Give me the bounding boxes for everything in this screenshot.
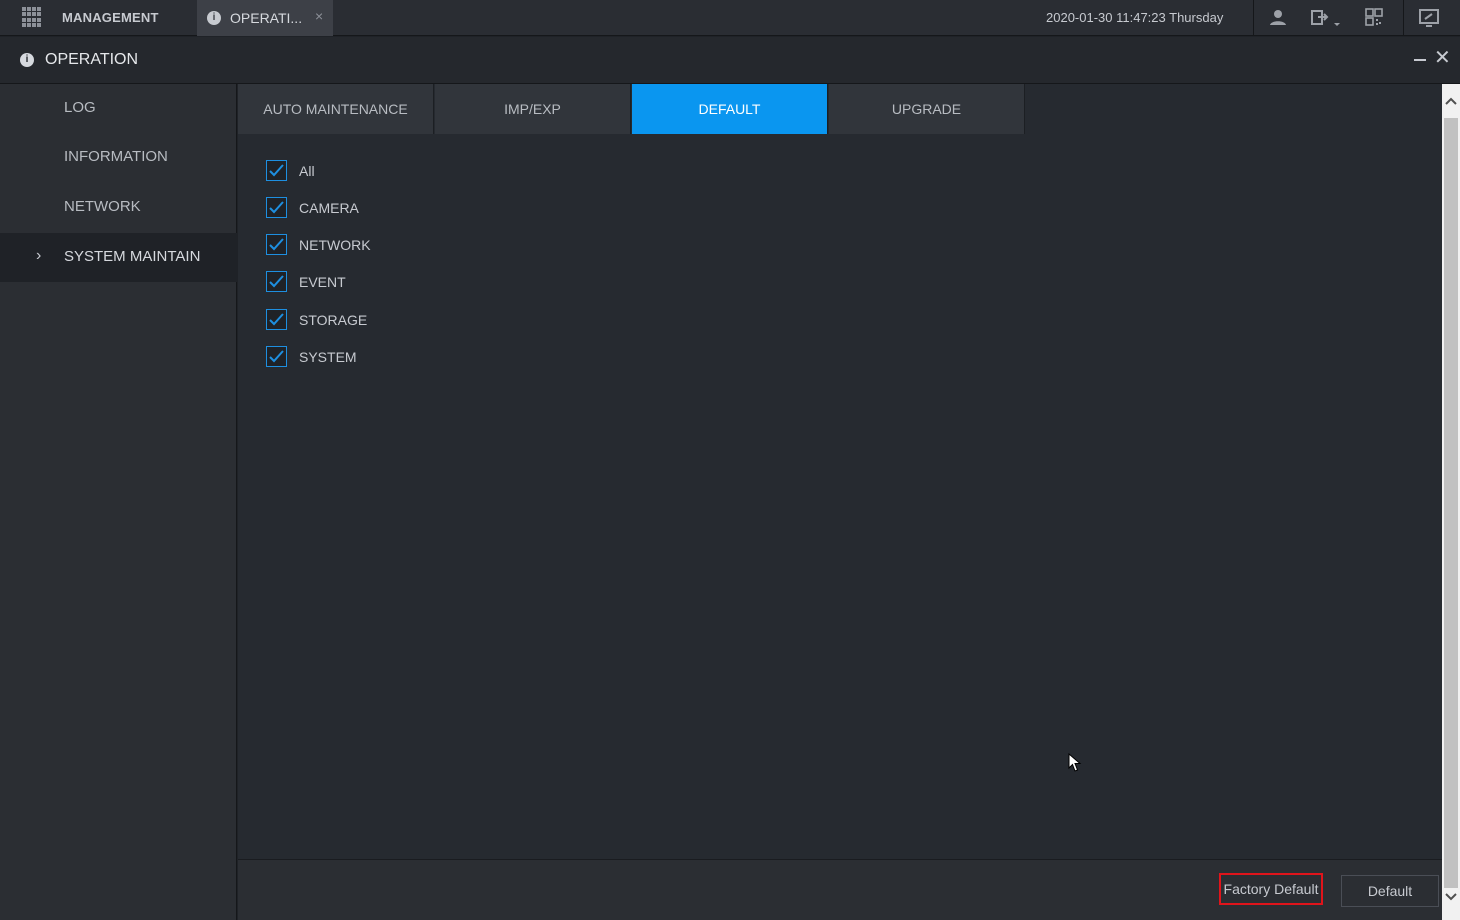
operation-tab-label: OPERATI...: [230, 10, 303, 26]
datetime-display: 2020-01-30 11:47:23 Thursday: [1046, 10, 1224, 25]
sidebar-item-network[interactable]: NETWORK: [0, 183, 237, 232]
info-icon: i: [207, 11, 221, 25]
default-button[interactable]: Default: [1341, 875, 1439, 907]
chevron-right-icon: ›: [36, 247, 42, 264]
window-title-bar: i OPERATION ✕: [0, 37, 1460, 84]
divider: [1403, 0, 1404, 36]
checkbox[interactable]: [266, 309, 287, 330]
tab-close-icon[interactable]: ×: [315, 8, 323, 24]
option-label: CAMERA: [299, 200, 359, 216]
scroll-up-icon[interactable]: [1442, 96, 1460, 114]
checkbox[interactable]: [266, 234, 287, 255]
checkbox[interactable]: [266, 346, 287, 367]
scroll-thumb[interactable]: [1444, 118, 1458, 888]
scroll-down-icon[interactable]: [1442, 890, 1460, 908]
monitor-icon[interactable]: [1417, 6, 1441, 30]
logout-icon[interactable]: [1308, 6, 1344, 30]
sidebar-item-log[interactable]: LOG: [0, 84, 237, 133]
option-label: STORAGE: [299, 312, 368, 328]
top-bar: MANAGEMENT i OPERATI... × 2020-01-30 11:…: [0, 0, 1460, 36]
sidebar-item-label: INFORMATION: [64, 148, 168, 165]
minimize-icon[interactable]: [1414, 59, 1426, 61]
option-label: All: [299, 163, 315, 179]
option-label: NETWORK: [299, 237, 371, 253]
scrollbar[interactable]: [1442, 84, 1460, 920]
checkbox[interactable]: [266, 160, 287, 181]
apps-grid-icon[interactable]: [22, 7, 42, 27]
tab-auto-maintenance[interactable]: AUTO MAINTENANCE: [238, 84, 434, 134]
sidebar: LOG INFORMATION NETWORK › SYSTEM MAINTAI…: [0, 84, 237, 920]
management-label[interactable]: MANAGEMENT: [62, 10, 159, 25]
tab-imp-exp[interactable]: IMP/EXP: [435, 84, 631, 134]
operation-tab[interactable]: i OPERATI... ×: [197, 0, 333, 36]
checkbox[interactable]: [266, 271, 287, 292]
info-icon: i: [20, 53, 34, 67]
factory-default-button[interactable]: Factory Default: [1219, 873, 1323, 905]
mouse-cursor-icon: [1068, 752, 1082, 778]
qr-code-icon[interactable]: [1362, 6, 1386, 30]
sidebar-item-system-maintain[interactable]: › SYSTEM MAINTAIN: [0, 233, 237, 282]
tab-default[interactable]: DEFAULT: [632, 84, 828, 134]
checkbox[interactable]: [266, 197, 287, 218]
main-content: AUTO MAINTENANCE IMP/EXP DEFAULT UPGRADE…: [238, 84, 1442, 859]
window-title: OPERATION: [45, 51, 139, 68]
sidebar-item-label: SYSTEM MAINTAIN: [64, 248, 201, 265]
close-icon[interactable]: ✕: [1434, 48, 1451, 68]
sidebar-item-label: LOG: [64, 99, 96, 116]
sidebar-item-label: NETWORK: [64, 198, 141, 215]
option-label: SYSTEM: [299, 349, 357, 365]
tab-upgrade[interactable]: UPGRADE: [829, 84, 1025, 134]
divider: [1253, 0, 1254, 36]
user-icon[interactable]: [1266, 6, 1290, 30]
sidebar-item-information[interactable]: INFORMATION: [0, 133, 237, 182]
option-label: EVENT: [299, 274, 346, 290]
